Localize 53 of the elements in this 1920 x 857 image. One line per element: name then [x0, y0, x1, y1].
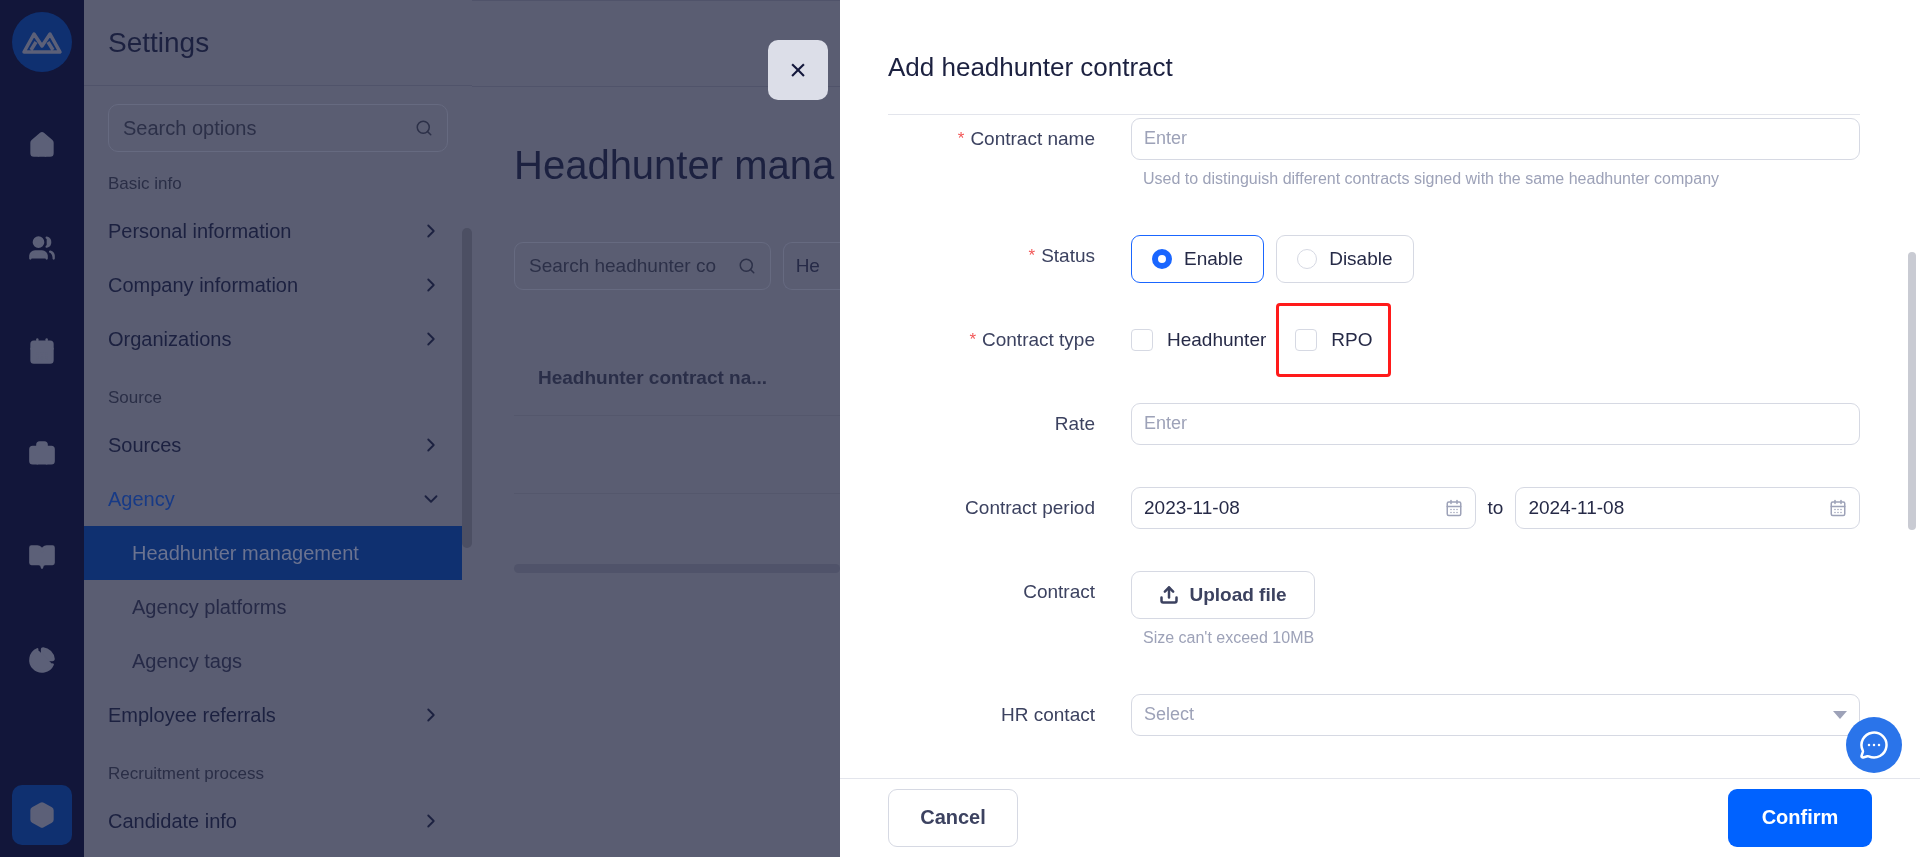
date-field[interactable]: 2024-11-08	[1515, 486, 1860, 529]
checkbox-label: RPO	[1331, 328, 1373, 351]
sidebar-item[interactable]: Organizations	[84, 312, 462, 366]
upload-icon	[1159, 584, 1180, 605]
field-label: Status	[1041, 244, 1095, 267]
hint-text: Used to distinguish different contracts signed with the same headhunter company	[1143, 169, 1721, 188]
sidebar-item[interactable]: Personal information	[84, 204, 462, 258]
sidebar-item[interactable]: Company information	[84, 258, 462, 312]
field-label: Rate	[1054, 412, 1095, 435]
required-mark: *	[957, 128, 965, 149]
field-label: Contract period	[965, 496, 1095, 519]
calendar-icon	[1829, 498, 1847, 517]
upload-button[interactable]: Upload file	[1131, 570, 1315, 619]
checkbox[interactable]	[1295, 328, 1318, 351]
required-mark: *	[969, 329, 976, 350]
field-label: Contract name	[970, 127, 1095, 150]
radio-icon	[1152, 248, 1172, 269]
text-field[interactable]: Enter	[1131, 402, 1860, 445]
search-icon	[737, 257, 756, 275]
checkbox[interactable]	[1131, 328, 1153, 351]
sidebar-item[interactable]: Agency	[84, 472, 462, 526]
scrollbar[interactable]	[1908, 252, 1916, 530]
sidebar-title: Settings	[108, 26, 210, 59]
dropdown-icon	[1833, 710, 1847, 719]
field-label: Contract type	[982, 328, 1095, 351]
field-label: Contract	[1023, 580, 1095, 603]
logo-icon	[12, 12, 72, 72]
scrollbar[interactable]	[462, 228, 472, 548]
drawer-title: Add headhunter contract	[887, 51, 1174, 84]
required-mark: *	[1028, 245, 1036, 266]
calendar-icon	[1444, 498, 1463, 517]
chat-icon[interactable]	[1846, 717, 1902, 773]
settings-icon[interactable]	[12, 785, 72, 845]
status-option[interactable]: Disable	[1276, 234, 1414, 283]
search-icon	[415, 119, 433, 137]
date-field[interactable]: 2023-11-08	[1131, 486, 1476, 529]
text-field[interactable]: Enter	[1131, 117, 1860, 160]
sidebar-item[interactable]: Employee referrals	[84, 688, 462, 742]
sidebar-item[interactable]: Sources	[84, 418, 462, 472]
confirm-button[interactable]: Confirm	[1728, 788, 1872, 847]
checkbox-option[interactable]: Headhunter	[1131, 328, 1267, 351]
page-title: Headhunter mana	[514, 143, 836, 188]
close-button[interactable]: ×	[768, 40, 828, 100]
scrollbar[interactable]	[514, 564, 840, 573]
sidebar-item[interactable]: Candidate info	[84, 794, 462, 848]
status-option[interactable]: Enable	[1131, 234, 1265, 283]
cancel-button[interactable]: Cancel	[888, 788, 1018, 847]
hint-text: Size can't exceed 10MB	[1143, 628, 1316, 647]
sidebar-subitem[interactable]: Headhunter management	[84, 526, 462, 580]
field-label: HR contact	[1001, 703, 1095, 726]
range-separator: to	[1487, 496, 1504, 519]
select-field[interactable]: Select	[1131, 693, 1860, 736]
checkbox-label: Headhunter	[1167, 328, 1267, 351]
